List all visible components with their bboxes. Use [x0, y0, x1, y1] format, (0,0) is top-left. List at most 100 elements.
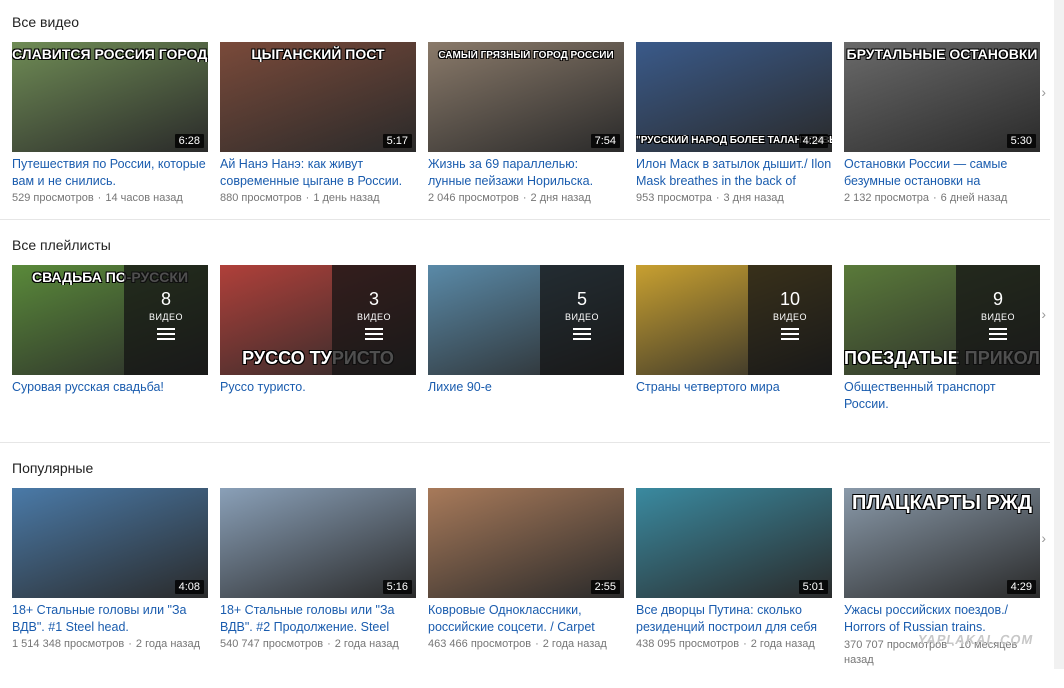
duration-badge: 5:01 — [798, 580, 828, 594]
playlist-count-label: ВИДЕО — [772, 312, 808, 322]
video-thumbnail[interactable]: БРУТАЛЬНЫЕ ОСТАНОВКИ 5:30 — [844, 42, 1040, 152]
video-meta: 529 просмотров · 14 часов назад — [12, 192, 183, 204]
playlist-thumbnail[interactable]: 5 ВИДЕО — [428, 265, 624, 375]
upload-age: 3 дня назад — [723, 192, 784, 204]
video-thumbnail[interactable]: "РУССКИЙ НАРОД БОЛЕЕ ТАЛАНТЛИВЫЙ, ЧЕМ АМ… — [636, 42, 832, 152]
playlist-count-overlay: 10 ВИДЕО — [748, 265, 832, 375]
video-card[interactable]: БРУТАЛЬНЫЕ ОСТАНОВКИ 5:30 Остановки Росс… — [844, 42, 1040, 204]
playlist-count-label: ВИДЕО — [356, 312, 392, 322]
video-title-link[interactable]: Все дворцы Путина: сколько резиденций по… — [636, 602, 832, 636]
video-meta: 1 514 348 просмотров · 2 года назад — [12, 638, 200, 650]
video-title-link[interactable]: Илон Маск в затылок дышит./ Ilon Mask br… — [636, 156, 832, 190]
video-title-link[interactable]: Путешествия по России, которые вам и не … — [12, 156, 208, 190]
thumbnail-caption: ЦЫГАНСКИЙ ПОСТ — [251, 46, 385, 62]
playlist-video-count: 8 — [160, 289, 171, 309]
playlist-count-overlay: 9 ВИДЕО — [956, 265, 1040, 375]
upload-age: 6 дней назад — [940, 192, 1008, 204]
playlist-card[interactable]: 5 ВИДЕО Лихие 90-е — [428, 265, 624, 396]
video-card[interactable]: ЦЫГАНСКИЙ ПОСТ 5:17 Ай Нанэ Нанэ: как жи… — [220, 42, 416, 204]
playlist-title-link[interactable]: Суровая русская свадьба! — [12, 379, 208, 396]
next-arrow-icon[interactable]: › — [1041, 530, 1046, 546]
watermark: YAPLAKAL.COM — [917, 632, 1036, 647]
video-card[interactable]: 5:16 18+ Стальные головы или "За ВДВ". #… — [220, 488, 416, 650]
section-divider — [0, 219, 1050, 220]
video-title-link[interactable]: Ужасы российских поездов./ Horrors of Ru… — [844, 602, 1040, 636]
upload-age: 14 часов назад — [105, 192, 183, 204]
upload-age: 2 дня назад — [530, 192, 591, 204]
playlist-count-label: ВИДЕО — [980, 312, 1016, 322]
playlist-card[interactable]: ПОЕЗДАТЫЕ ПРИКОЛЫ 9 ВИДЕО Общественный т… — [844, 265, 1040, 413]
playlist-title-link[interactable]: Страны четвертого мира — [636, 379, 832, 396]
playlist-thumbnail[interactable]: СВАДЬБА ПО-РУССКИ 8 ВИДЕО — [12, 265, 208, 375]
video-title-link[interactable]: 18+ Стальные головы или "За ВДВ". #1 Ste… — [12, 602, 208, 636]
video-card[interactable]: САМЫЙ ГРЯЗНЫЙ ГОРОД РОССИИ 7:54 Жизнь за… — [428, 42, 624, 204]
playlist-title-link[interactable]: Общественный транспорт России. — [844, 379, 1040, 413]
video-meta: 880 просмотров · 1 день назад — [220, 192, 380, 204]
video-title-link[interactable]: 18+ Стальные головы или "За ВДВ". #2 Про… — [220, 602, 416, 636]
video-meta: 2 132 просмотра · 6 дней назад — [844, 192, 1008, 204]
video-card[interactable]: "РУССКИЙ НАРОД БОЛЕЕ ТАЛАНТЛИВЫЙ, ЧЕМ АМ… — [636, 42, 832, 204]
view-count: 880 просмотров — [220, 192, 302, 204]
duration-badge: 4:24 — [798, 134, 828, 148]
playlist-card[interactable]: СВАДЬБА ПО-РУССКИ 8 ВИДЕО Суровая русска… — [12, 265, 208, 396]
video-meta: 2 046 просмотров · 2 дня назад — [428, 192, 591, 204]
view-count: 438 095 просмотров — [636, 638, 740, 650]
playlist-thumbnail[interactable]: ПОЕЗДАТЫЕ ПРИКОЛЫ 9 ВИДЕО — [844, 265, 1040, 375]
video-title-link[interactable]: Остановки России — самые безумные остано… — [844, 156, 1040, 190]
playlist-count-overlay: 3 ВИДЕО — [332, 265, 416, 375]
upload-age: 1 день назад — [313, 192, 380, 204]
playlist-icon — [573, 328, 591, 340]
playlist-card[interactable]: РУССО ТУРИСТО 3 ВИДЕО Руссо туристо. — [220, 265, 416, 396]
duration-badge: 5:16 — [382, 580, 412, 594]
duration-badge: 5:17 — [382, 134, 412, 148]
video-meta: 540 747 просмотров · 2 года назад — [220, 638, 399, 650]
view-count: 463 466 просмотров — [428, 638, 532, 650]
thumbnail-caption: САМЫЙ ГРЯЗНЫЙ ГОРОД РОССИИ — [438, 50, 614, 61]
playlist-title-link[interactable]: Руссо туристо. — [220, 379, 416, 396]
video-thumbnail[interactable]: 5:16 — [220, 488, 416, 598]
video-thumbnail[interactable]: СЛАВИТСЯ РОССИЯ ГОРОДАМИ СВОИМИ 6:28 — [12, 42, 208, 152]
scrollbar[interactable] — [1054, 0, 1064, 669]
view-count: 540 747 просмотров — [220, 638, 324, 650]
video-meta: 953 просмотра · 3 дня назад — [636, 192, 784, 204]
video-title-link[interactable]: Ай Нанэ Нанэ: как живут современные цыга… — [220, 156, 416, 190]
playlist-title-link[interactable]: Лихие 90-е — [428, 379, 624, 396]
video-thumbnail[interactable]: ЦЫГАНСКИЙ ПОСТ 5:17 — [220, 42, 416, 152]
playlist-video-count: 5 — [576, 289, 587, 309]
duration-badge: 7:54 — [590, 134, 620, 148]
view-count: 1 514 348 просмотров — [12, 638, 125, 650]
thumbnail-caption: БРУТАЛЬНЫЕ ОСТАНОВКИ — [846, 46, 1038, 62]
duration-badge: 2:55 — [590, 580, 620, 594]
video-card[interactable]: 5:01 Все дворцы Путина: сколько резиденц… — [636, 488, 832, 650]
section-title-popular: Популярные — [12, 460, 94, 476]
playlist-count-overlay: 8 ВИДЕО — [124, 265, 208, 375]
video-title-link[interactable]: Ковровые Одноклассники, российские соцсе… — [428, 602, 624, 636]
view-count: 2 132 просмотра — [844, 192, 929, 204]
video-thumbnail[interactable]: 2:55 — [428, 488, 624, 598]
view-count: 529 просмотров — [12, 192, 94, 204]
playlist-video-count: 9 — [992, 289, 1003, 309]
video-card[interactable]: 2:55 Ковровые Одноклассники, российские … — [428, 488, 624, 650]
video-title-link[interactable]: Жизнь за 69 параллелью: лунные пейзажи Н… — [428, 156, 624, 190]
playlist-thumbnail[interactable]: 10 ВИДЕО — [636, 265, 832, 375]
next-arrow-icon[interactable]: › — [1041, 84, 1046, 100]
playlist-thumbnail[interactable]: РУССО ТУРИСТО 3 ВИДЕО — [220, 265, 416, 375]
thumbnail-caption: ПЛАЦКАРТЫ РЖД — [852, 492, 1032, 514]
video-card[interactable]: СЛАВИТСЯ РОССИЯ ГОРОДАМИ СВОИМИ 6:28 Пут… — [12, 42, 208, 204]
video-thumbnail[interactable]: САМЫЙ ГРЯЗНЫЙ ГОРОД РОССИИ 7:54 — [428, 42, 624, 152]
view-count: 953 просмотра — [636, 192, 712, 204]
video-thumbnail[interactable]: ПЛАЦКАРТЫ РЖД 4:29 — [844, 488, 1040, 598]
playlist-video-count: 3 — [368, 289, 379, 309]
video-thumbnail[interactable]: 5:01 — [636, 488, 832, 598]
video-card[interactable]: 4:08 18+ Стальные головы или "За ВДВ". #… — [12, 488, 208, 650]
duration-badge: 5:30 — [1006, 134, 1036, 148]
video-meta: 463 466 просмотров · 2 года назад — [428, 638, 607, 650]
playlist-icon — [781, 328, 799, 340]
playlist-card[interactable]: 10 ВИДЕО Страны четвертого мира — [636, 265, 832, 396]
duration-badge: 4:29 — [1006, 580, 1036, 594]
video-thumbnail[interactable]: 4:08 — [12, 488, 208, 598]
duration-badge: 4:08 — [174, 580, 204, 594]
playlist-count-label: ВИДЕО — [148, 312, 184, 322]
next-arrow-icon[interactable]: › — [1041, 306, 1046, 322]
playlist-icon — [157, 328, 175, 340]
